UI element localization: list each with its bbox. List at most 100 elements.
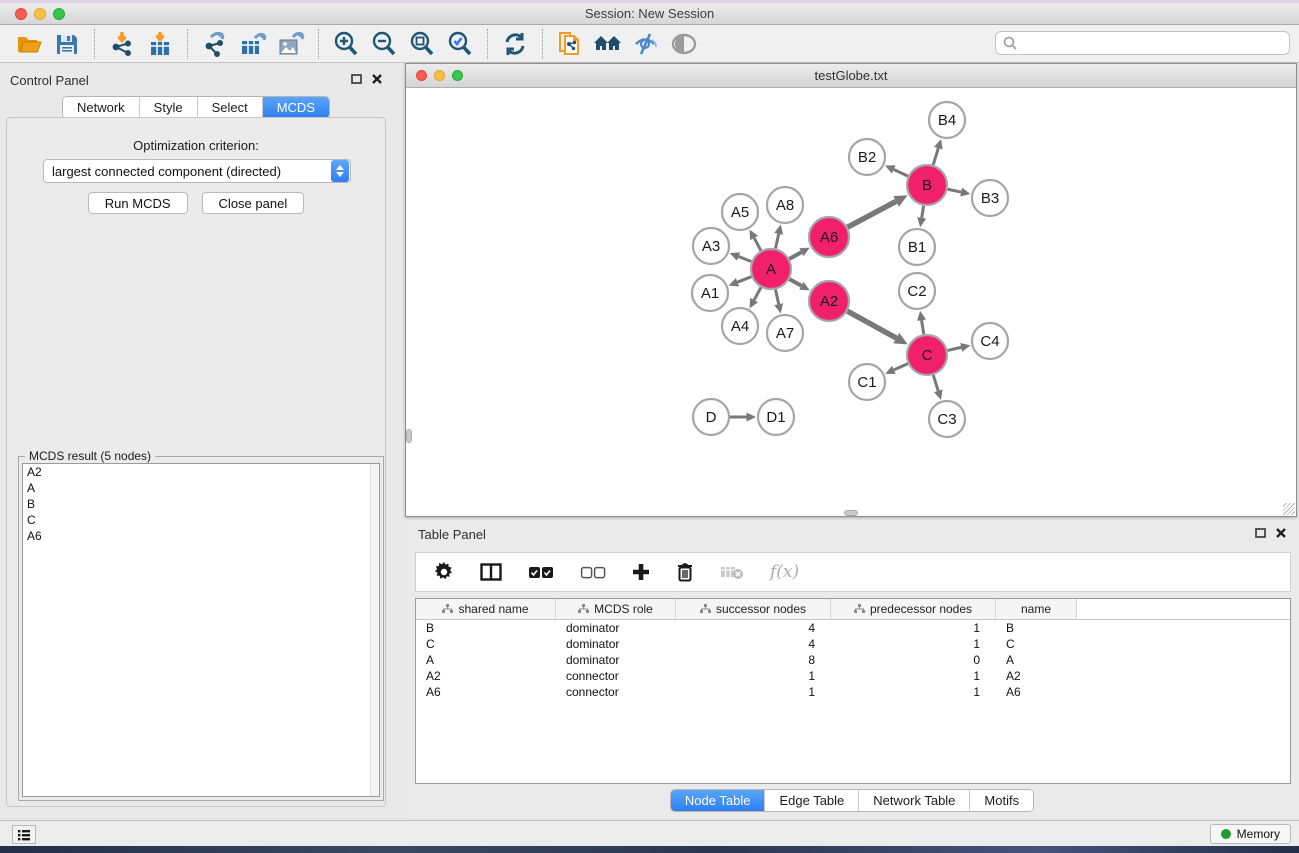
graph-edge-A-A8[interactable] xyxy=(775,234,778,249)
result-list-scrollbar[interactable] xyxy=(370,464,379,796)
result-item[interactable]: B xyxy=(23,496,379,512)
graph-edge-C-C4[interactable] xyxy=(947,347,961,350)
tab-motifs[interactable]: Motifs xyxy=(969,790,1033,811)
mcds-result-list[interactable]: A2ABCA6 xyxy=(22,463,380,797)
tab-mcds[interactable]: MCDS xyxy=(262,97,329,118)
graph-node-A3[interactable]: A3 xyxy=(693,228,729,264)
graph-edge-A-A6[interactable] xyxy=(789,252,801,259)
graph-node-D1[interactable]: D1 xyxy=(758,399,794,435)
tab-node-table[interactable]: Node Table xyxy=(671,790,765,811)
graph-edge-C-C1[interactable] xyxy=(894,364,908,370)
show-panels-list-button[interactable] xyxy=(12,825,36,844)
graph-node-B1[interactable]: B1 xyxy=(899,229,935,265)
graph-node-A[interactable]: A xyxy=(751,249,791,289)
graph-node-B[interactable]: B xyxy=(907,165,947,205)
column-header-MCDS-role[interactable]: MCDS role xyxy=(556,599,676,619)
tab-select[interactable]: Select xyxy=(197,97,262,118)
graph-node-A8[interactable]: A8 xyxy=(767,187,803,223)
unselect-all-columns-icon[interactable] xyxy=(580,566,606,579)
graph-edge-B-B3[interactable] xyxy=(948,189,962,192)
graph-node-C2[interactable]: C2 xyxy=(899,273,935,309)
memory-button[interactable]: Memory xyxy=(1210,824,1291,844)
graph-edge-A6-B[interactable] xyxy=(848,201,897,227)
vertical-scroll-thumb[interactable] xyxy=(406,429,412,443)
graph-node-B3[interactable]: B3 xyxy=(972,180,1008,216)
graph-node-D[interactable]: D xyxy=(693,399,729,435)
graph-node-B2[interactable]: B2 xyxy=(849,139,885,175)
result-item[interactable]: C xyxy=(23,512,379,528)
search-input[interactable] xyxy=(1018,34,1289,52)
result-item[interactable]: A6 xyxy=(23,528,379,544)
export-image-icon[interactable] xyxy=(272,28,310,60)
show-column-panel-icon[interactable] xyxy=(480,563,502,581)
graph-edge-A-A5[interactable] xyxy=(754,238,761,251)
refresh-icon[interactable] xyxy=(496,28,534,60)
network-minimize-button[interactable] xyxy=(434,70,445,81)
table-row[interactable]: Cdominator41C xyxy=(416,636,1290,652)
graph-node-C4[interactable]: C4 xyxy=(972,323,1008,359)
column-header-successor-nodes[interactable]: successor nodes xyxy=(676,599,831,619)
result-item[interactable]: A2 xyxy=(23,464,379,480)
network-zoom-button[interactable] xyxy=(452,70,463,81)
graph-edge-A-A7[interactable] xyxy=(775,290,778,305)
resize-grip[interactable] xyxy=(1283,503,1295,515)
graph-node-A1[interactable]: A1 xyxy=(692,275,728,311)
result-item[interactable]: A xyxy=(23,480,379,496)
zoom-out-icon[interactable] xyxy=(365,28,403,60)
graph-node-A7[interactable]: A7 xyxy=(767,315,803,351)
hide-graphics-details-icon[interactable] xyxy=(627,28,665,60)
save-session-icon[interactable] xyxy=(48,28,86,60)
graph-edge-C-C2[interactable] xyxy=(922,320,924,334)
close-table-panel-icon[interactable] xyxy=(1276,525,1286,543)
show-graphics-details-icon[interactable] xyxy=(665,28,703,60)
zoom-window-button[interactable] xyxy=(53,8,65,20)
minimize-window-button[interactable] xyxy=(34,8,46,20)
network-window-titlebar[interactable]: testGlobe.txt xyxy=(406,64,1296,88)
column-header-name[interactable]: name xyxy=(996,599,1077,619)
graph-edge-A-A2[interactable] xyxy=(789,279,801,286)
column-header-shared-name[interactable]: shared name xyxy=(416,599,556,619)
table-row[interactable]: Adominator80A xyxy=(416,652,1290,668)
graph-node-A6[interactable]: A6 xyxy=(809,217,849,257)
tab-network[interactable]: Network xyxy=(63,97,139,118)
run-mcds-button[interactable]: Run MCDS xyxy=(88,192,188,214)
import-table-icon[interactable] xyxy=(141,28,179,60)
horizontal-scroll-thumb[interactable] xyxy=(844,510,858,516)
table-row[interactable]: Bdominator41B xyxy=(416,620,1290,636)
graph-edge-B-B1[interactable] xyxy=(922,206,924,218)
close-panel-button[interactable]: Close panel xyxy=(202,192,305,214)
zoom-fit-icon[interactable] xyxy=(403,28,441,60)
column-header-predecessor-nodes[interactable]: predecessor nodes xyxy=(831,599,996,619)
graph-node-A2[interactable]: A2 xyxy=(809,281,849,321)
graph-node-A5[interactable]: A5 xyxy=(722,194,758,230)
clone-network-icon[interactable] xyxy=(551,28,589,60)
criterion-select[interactable]: largest connected component (directed) xyxy=(43,159,351,183)
open-session-icon[interactable] xyxy=(10,28,48,60)
export-table-icon[interactable] xyxy=(234,28,272,60)
close-window-button[interactable] xyxy=(15,8,27,20)
graph-edge-A-A4[interactable] xyxy=(754,287,761,300)
home-icon[interactable] xyxy=(589,28,627,60)
graph-node-C3[interactable]: C3 xyxy=(929,401,965,437)
table-row[interactable]: A2connector11A2 xyxy=(416,668,1290,684)
tab-network-table[interactable]: Network Table xyxy=(858,790,969,811)
graph-edge-B-B2[interactable] xyxy=(894,169,908,176)
graph-node-A4[interactable]: A4 xyxy=(722,308,758,344)
graph-node-C1[interactable]: C1 xyxy=(849,364,885,400)
select-all-columns-icon[interactable] xyxy=(528,566,554,579)
network-canvas[interactable]: B4 B2 B B3 A8A5 A6 A3 B1 A A1 C2 A2 A4A7 C4 C C1 C3 D D1 xyxy=(406,88,1296,516)
create-column-plus-icon[interactable] xyxy=(632,563,650,581)
network-close-button[interactable] xyxy=(416,70,427,81)
graph-node-B4[interactable]: B4 xyxy=(929,102,965,138)
graph-edge-A-A1[interactable] xyxy=(737,277,751,283)
delete-column-trash-icon[interactable] xyxy=(676,562,694,582)
graph-node-C[interactable]: C xyxy=(907,335,947,375)
graph-edge-A2-C[interactable] xyxy=(847,311,896,338)
float-table-panel-icon[interactable] xyxy=(1255,525,1266,543)
graph-edge-B-B4[interactable] xyxy=(933,148,938,165)
table-settings-gear-icon[interactable] xyxy=(434,562,454,582)
tab-style[interactable]: Style xyxy=(139,97,197,118)
graph-edge-C-C3[interactable] xyxy=(933,375,938,391)
zoom-selected-icon[interactable] xyxy=(441,28,479,60)
import-network-icon[interactable] xyxy=(103,28,141,60)
